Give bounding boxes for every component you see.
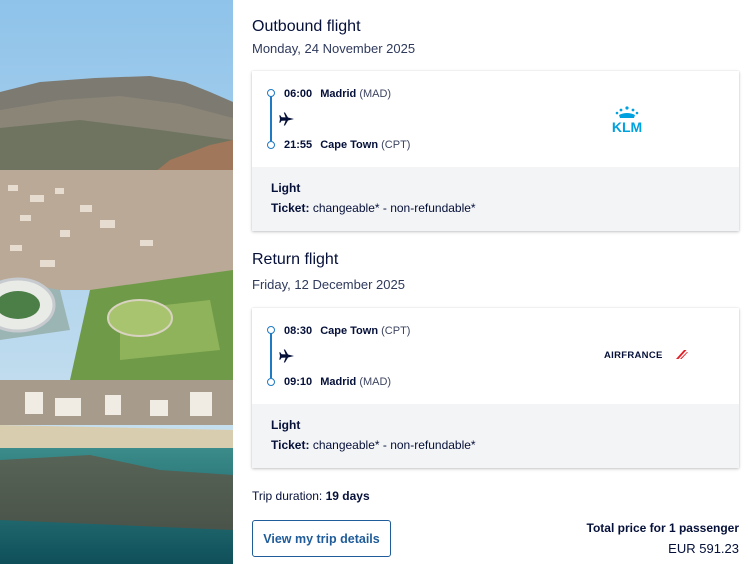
outbound-title: Outbound flight [252, 18, 361, 35]
departure-time: 08:30 [284, 325, 313, 337]
return-flight-card[interactable]: 08:30 Cape Town (CPT) 09:10 Madrid (MAD)… [252, 308, 739, 468]
arrival-city: Cape Town [320, 139, 379, 151]
return-fare-info: Light Ticket: changeable* - non-refundab… [252, 404, 739, 468]
outbound-flight-card[interactable]: 06:00 Madrid (MAD) 21:55 Cape Town (CPT)… [252, 71, 739, 231]
departure-city: Cape Town [320, 325, 379, 337]
ticket-conditions: Ticket: changeable* - non-refundable* [271, 438, 476, 452]
flight-timeline [266, 326, 276, 386]
outbound-fare-info: Light Ticket: changeable* - non-refundab… [252, 167, 739, 231]
outbound-date: Monday, 24 November 2025 [252, 41, 416, 56]
return-itinerary: 08:30 Cape Town (CPT) 09:10 Madrid (MAD)… [252, 308, 739, 404]
svg-text:AIRFRANCE: AIRFRANCE [604, 350, 663, 361]
destination-photo [0, 0, 233, 564]
outbound-arrival: 21:55 Cape Town (CPT) [284, 139, 410, 151]
arrival-code: (MAD) [359, 376, 392, 388]
return-title: Return flight [252, 251, 339, 268]
total-price-value: EUR 591.23 [668, 541, 739, 556]
fare-type: Light [271, 418, 301, 432]
svg-text:KLM: KLM [612, 119, 642, 133]
arrival-city: Madrid [320, 376, 357, 388]
trip-summary-panel: Outbound flight Monday, 24 November 2025… [233, 0, 748, 564]
return-departure: 08:30 Cape Town (CPT) [284, 325, 410, 337]
plane-icon [279, 349, 294, 363]
outbound-departure: 06:00 Madrid (MAD) [284, 88, 391, 100]
return-arrival: 09:10 Madrid (MAD) [284, 376, 391, 388]
ticket-conditions: Ticket: changeable* - non-refundable* [271, 201, 476, 215]
klm-logo: KLM [612, 106, 642, 133]
arrival-time: 09:10 [284, 376, 313, 388]
trip-duration: Trip duration: 19 days [252, 489, 370, 503]
departure-time: 06:00 [284, 88, 313, 100]
total-price-label: Total price for 1 passenger [586, 521, 740, 535]
departure-code: (CPT) [381, 325, 411, 337]
fare-type: Light [271, 181, 301, 195]
outbound-itinerary: 06:00 Madrid (MAD) 21:55 Cape Town (CPT)… [252, 71, 739, 167]
airfrance-logo: AIRFRANCE [604, 350, 688, 361]
arrival-code: (CPT) [381, 139, 411, 151]
arrival-time: 21:55 [284, 139, 313, 151]
departure-city: Madrid [320, 88, 357, 100]
view-trip-details-button[interactable]: View my trip details [252, 520, 391, 557]
plane-icon [279, 112, 294, 126]
flight-timeline [266, 89, 276, 149]
departure-code: (MAD) [359, 88, 392, 100]
return-date: Friday, 12 December 2025 [252, 277, 405, 292]
